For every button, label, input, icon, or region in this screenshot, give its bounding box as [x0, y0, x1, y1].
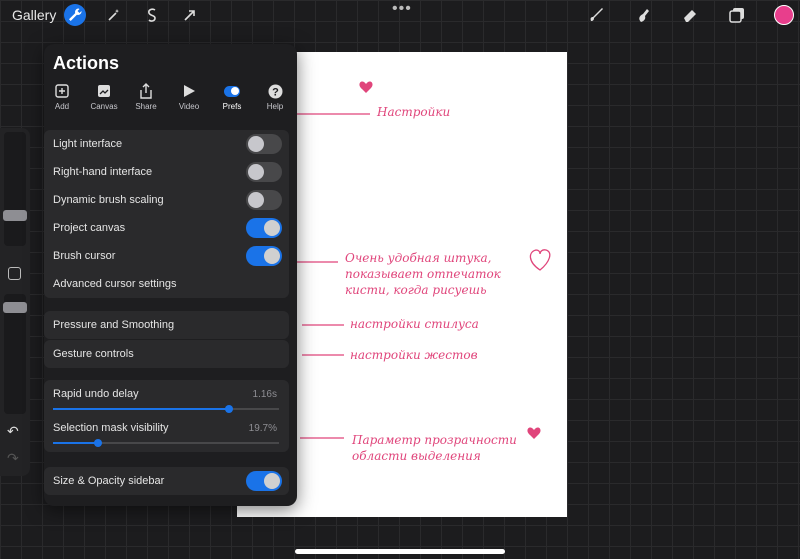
- selection-mask-visibility-value: 19.7%: [248, 422, 277, 434]
- right-hand-interface-label: Right-hand interface: [53, 166, 153, 178]
- project-canvas-label: Project canvas: [53, 222, 126, 234]
- add-file-icon: [54, 83, 70, 99]
- heart-doodle: [359, 81, 373, 93]
- pressure-smoothing-row[interactable]: Pressure and Smoothing: [44, 311, 289, 339]
- annotation-cursor: Очень удобная штука, показывает отпечато…: [345, 250, 501, 298]
- tab-share-label: Share: [135, 102, 157, 111]
- rapid-undo-delay-row: Rapid undo delay 1.16s: [44, 380, 289, 408]
- gesture-controls-row[interactable]: Gesture controls: [44, 340, 289, 368]
- dynamic-brush-scaling-toggle[interactable]: [246, 190, 282, 210]
- advanced-cursor-settings-row[interactable]: Advanced cursor settings: [44, 270, 289, 298]
- annotation-cursor-line-1: Очень удобная штука,: [345, 251, 492, 265]
- brush-cursor-label: Brush cursor: [53, 250, 116, 262]
- light-interface-row: Light interface: [44, 130, 289, 158]
- size-opacity-sidebar-toggle[interactable]: [246, 471, 282, 491]
- tab-prefs-label: Prefs: [222, 102, 242, 111]
- selection-mask-visibility-label: Selection mask visibility: [53, 422, 169, 434]
- selection-mask-visibility-row: Selection mask visibility 19.7%: [44, 414, 289, 442]
- toggle-icon: [224, 83, 240, 99]
- tab-add[interactable]: Add: [45, 83, 79, 113]
- size-opacity-sidebar-group: Size & Opacity sidebar: [44, 467, 289, 495]
- annotation-mask-line-2: области выделения: [352, 449, 481, 463]
- svg-text:?: ?: [272, 86, 279, 98]
- slider-settings-group: Rapid undo delay 1.16s Selection mask vi…: [44, 380, 289, 452]
- size-opacity-sidebar-label: Size & Opacity sidebar: [53, 475, 165, 487]
- right-hand-interface-row: Right-hand interface: [44, 158, 289, 186]
- interface-settings-group: Light interface Right-hand interface Dyn…: [44, 130, 289, 298]
- selection-mask-visibility-handle[interactable]: [94, 439, 103, 447]
- canvas-icon: [96, 83, 112, 99]
- tab-video[interactable]: Video: [172, 83, 206, 113]
- tab-help-label: Help: [266, 102, 284, 111]
- right-hand-interface-toggle[interactable]: [246, 162, 282, 182]
- tab-prefs[interactable]: Prefs: [215, 83, 249, 113]
- dynamic-brush-scaling-label: Dynamic brush scaling: [53, 194, 164, 206]
- home-indicator[interactable]: [295, 549, 505, 554]
- annotation-pressure: настройки стилуса: [350, 317, 479, 331]
- tab-canvas-label: Canvas: [90, 102, 118, 111]
- heart-outline-doodle: [529, 249, 551, 271]
- light-interface-label: Light interface: [53, 138, 123, 150]
- annotation-mask: Параметр прозрачности области выделения: [352, 432, 517, 464]
- annotation-cursor-line-3: кисти, когда рисуешь: [345, 283, 487, 297]
- annotation-prefs: Настройки: [377, 105, 451, 119]
- annotation-cursor-line-2: показывает отпечаток: [345, 267, 501, 281]
- project-canvas-row: Project canvas: [44, 214, 289, 242]
- actions-panel: Actions Add Canvas Share Video Prefs ? H…: [44, 44, 297, 506]
- rapid-undo-delay-handle[interactable]: [225, 405, 234, 413]
- project-canvas-toggle[interactable]: [246, 218, 282, 238]
- annotation-gestures: настройки жестов: [350, 348, 478, 362]
- size-opacity-sidebar-row: Size & Opacity sidebar: [44, 467, 289, 495]
- share-icon: [138, 83, 154, 99]
- small-heart-doodle: [527, 427, 541, 439]
- rapid-undo-delay-value: 1.16s: [252, 388, 277, 400]
- play-icon: [181, 83, 197, 99]
- gesture-controls-label: Gesture controls: [53, 348, 134, 360]
- brush-cursor-toggle[interactable]: [246, 246, 282, 266]
- dynamic-brush-scaling-row: Dynamic brush scaling: [44, 186, 289, 214]
- tab-add-label: Add: [54, 102, 70, 111]
- annotation-mask-line-1: Параметр прозрачности: [352, 433, 517, 447]
- advanced-cursor-settings-label: Advanced cursor settings: [53, 278, 177, 290]
- help-icon: ?: [267, 83, 283, 99]
- brush-cursor-row: Brush cursor: [44, 242, 289, 270]
- panel-title: Actions: [53, 53, 120, 73]
- light-interface-toggle[interactable]: [246, 134, 282, 154]
- selection-mask-visibility-slider[interactable]: [53, 439, 279, 447]
- tab-share[interactable]: Share: [129, 83, 163, 113]
- pressure-smoothing-label: Pressure and Smoothing: [53, 319, 175, 331]
- tab-help[interactable]: ? Help: [258, 83, 292, 113]
- rapid-undo-delay-slider[interactable]: [53, 405, 279, 413]
- tab-canvas[interactable]: Canvas: [87, 83, 121, 113]
- tab-video-label: Video: [178, 102, 200, 111]
- rapid-undo-delay-label: Rapid undo delay: [53, 388, 139, 400]
